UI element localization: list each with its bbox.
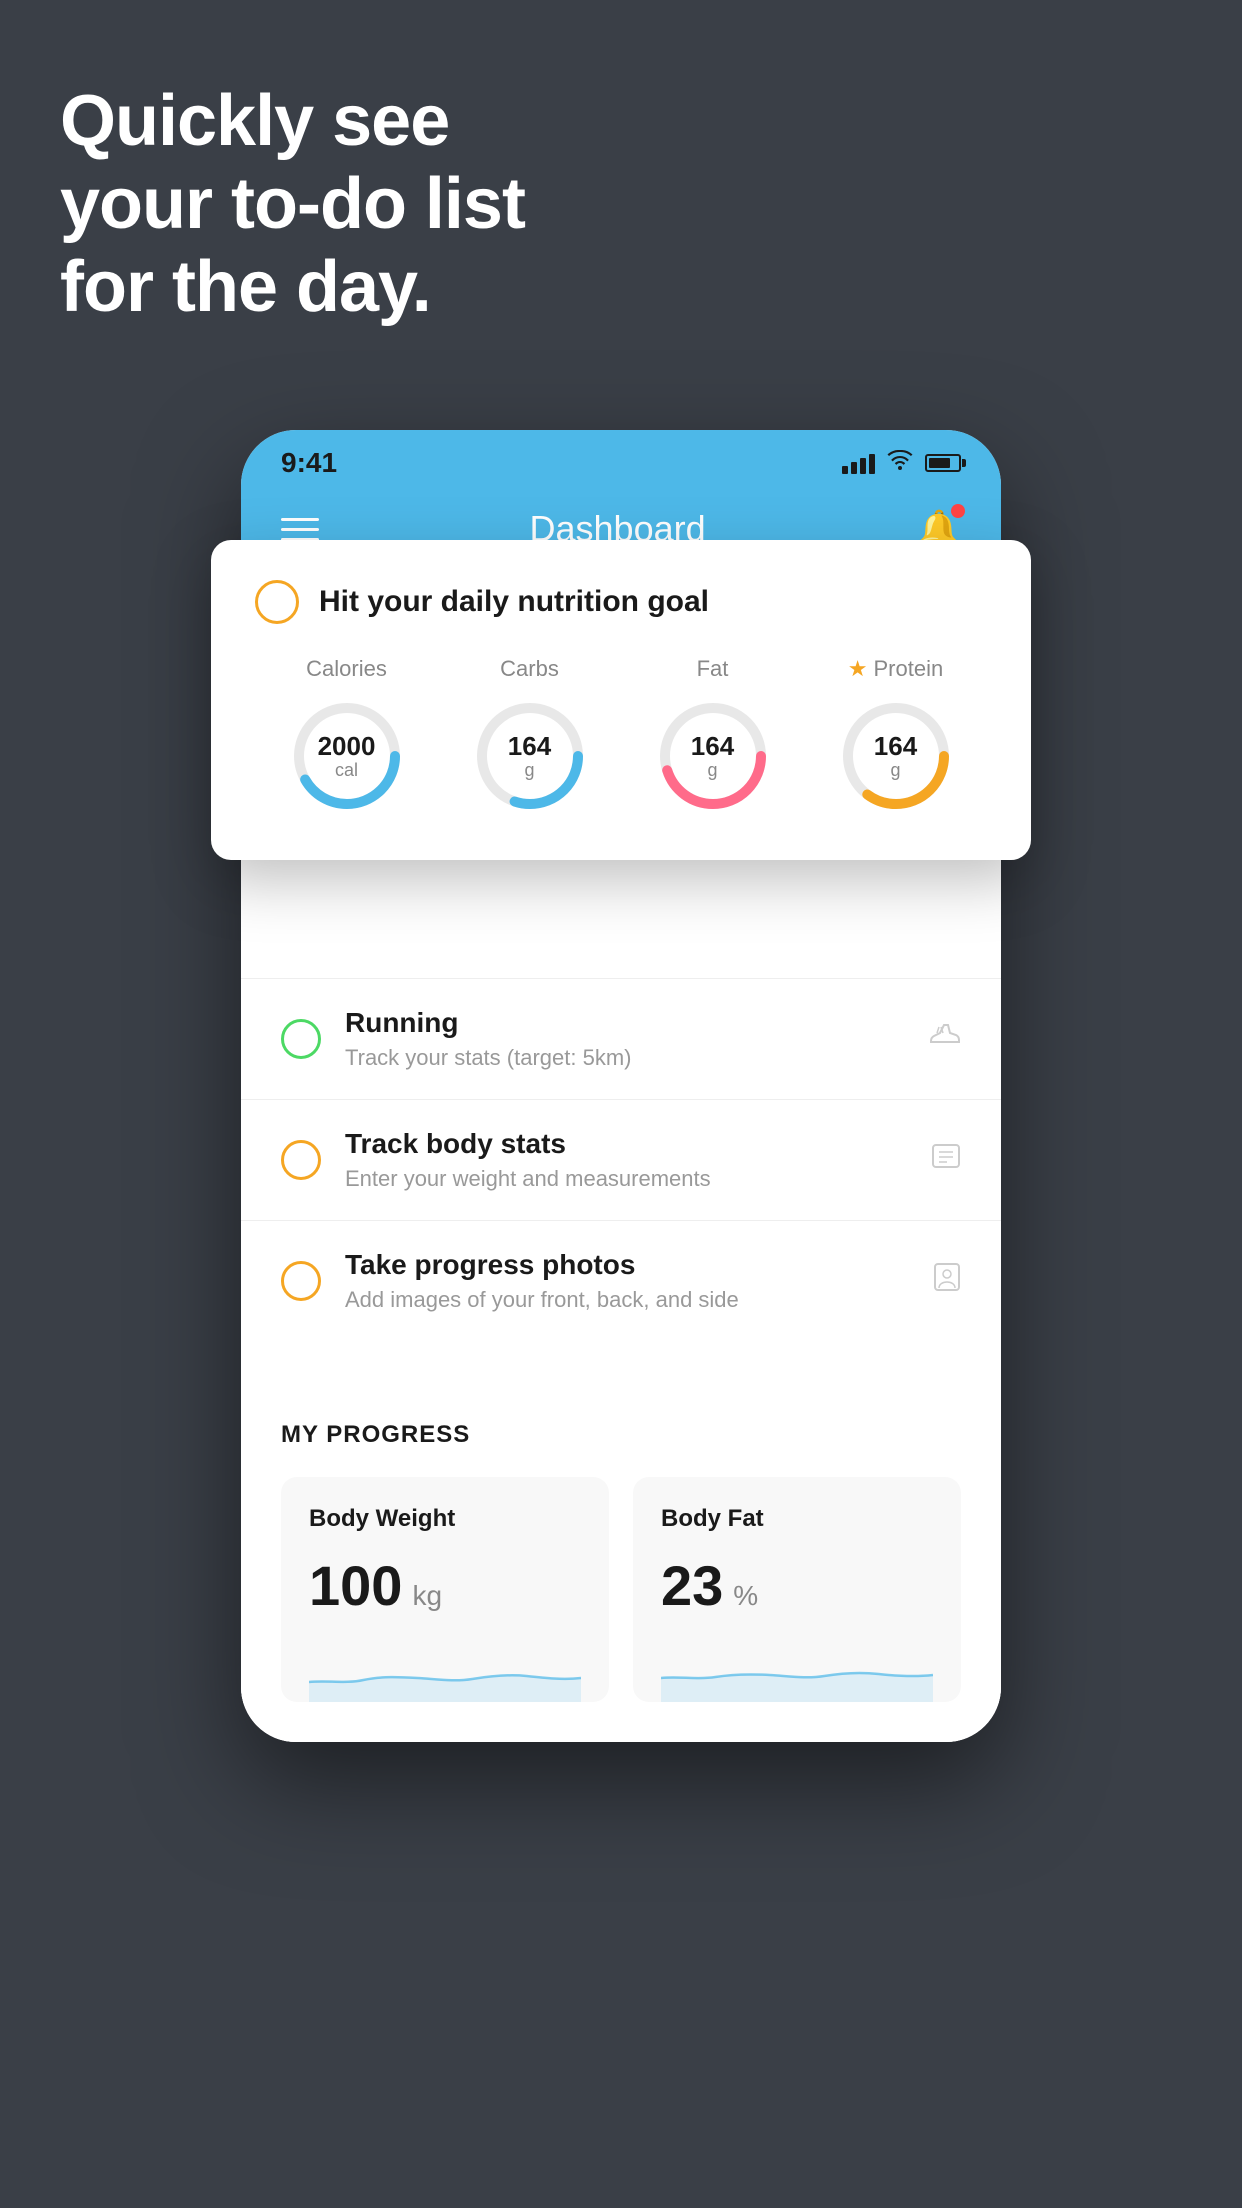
protein-value: 164 g	[874, 732, 917, 780]
body-weight-value: 100	[309, 1553, 402, 1618]
todo-title-running: Running	[345, 1007, 905, 1039]
calories-label: Calories	[306, 656, 387, 682]
star-icon: ★	[848, 656, 868, 682]
carbs-donut: 164 g	[470, 696, 590, 816]
status-time: 9:41	[281, 447, 337, 479]
progress-section-title: MY PROGRESS	[281, 1421, 961, 1449]
spacer2	[241, 1341, 1001, 1381]
body-weight-card[interactable]: Body Weight 100 kg	[281, 1477, 609, 1702]
todo-checkbox-body-stats[interactable]	[281, 1140, 321, 1180]
todo-subtitle-progress-photos: Add images of your front, back, and side	[345, 1287, 909, 1313]
body-fat-value: 23	[661, 1553, 723, 1618]
todo-checkbox-running[interactable]	[281, 1019, 321, 1059]
carbs-value: 164 g	[508, 732, 551, 780]
todo-subtitle-body-stats: Enter your weight and measurements	[345, 1166, 907, 1192]
todo-text-body-stats: Track body stats Enter your weight and m…	[345, 1128, 907, 1192]
calories-donut: 2000 cal	[287, 696, 407, 816]
todo-title-body-stats: Track body stats	[345, 1128, 907, 1160]
notification-dot	[951, 504, 965, 518]
shoe-icon	[929, 1021, 961, 1057]
nutrition-card-title: Hit your daily nutrition goal	[319, 585, 709, 619]
todo-list: Running Track your stats (target: 5km)	[241, 978, 1001, 1341]
status-icons	[842, 450, 961, 476]
fat-value: 164 g	[691, 732, 734, 780]
progress-section: MY PROGRESS Body Weight 100 kg	[241, 1381, 1001, 1702]
nutrition-item-calories: Calories 2000 cal	[287, 656, 407, 816]
scale-icon	[931, 1141, 961, 1179]
calories-value: 2000 cal	[318, 732, 376, 780]
progress-cards: Body Weight 100 kg	[281, 1477, 961, 1702]
nutrition-circles: Calories 2000 cal Carbs	[255, 656, 987, 816]
bottom-spacer	[241, 1702, 1001, 1742]
nutrition-item-fat: Fat 164 g	[653, 656, 773, 816]
hamburger-menu[interactable]	[281, 518, 319, 541]
fat-label: Fat	[697, 656, 729, 682]
todo-item-body-stats[interactable]: Track body stats Enter your weight and m…	[241, 1099, 1001, 1220]
body-weight-value-row: 100 kg	[309, 1553, 581, 1618]
nutrition-checkbox[interactable]	[255, 580, 299, 624]
nutrition-item-protein: ★ Protein 164 g	[836, 656, 956, 816]
body-weight-unit: kg	[412, 1580, 442, 1612]
todo-item-progress-photos[interactable]: Take progress photos Add images of your …	[241, 1220, 1001, 1341]
nutrition-card-header: Hit your daily nutrition goal	[255, 580, 987, 624]
body-weight-title: Body Weight	[309, 1505, 581, 1533]
fat-donut: 164 g	[653, 696, 773, 816]
todo-text-running: Running Track your stats (target: 5km)	[345, 1007, 905, 1071]
protein-donut: 164 g	[836, 696, 956, 816]
body-fat-title: Body Fat	[661, 1505, 933, 1533]
todo-item-running[interactable]: Running Track your stats (target: 5km)	[241, 978, 1001, 1099]
person-icon	[933, 1262, 961, 1300]
body-fat-unit: %	[733, 1580, 758, 1612]
todo-title-progress-photos: Take progress photos	[345, 1249, 909, 1281]
protein-label: ★ Protein	[848, 656, 943, 682]
body-weight-chart	[309, 1642, 581, 1702]
todo-checkbox-progress-photos[interactable]	[281, 1261, 321, 1301]
todo-text-progress-photos: Take progress photos Add images of your …	[345, 1249, 909, 1313]
body-fat-card[interactable]: Body Fat 23 %	[633, 1477, 961, 1702]
nutrition-card: Hit your daily nutrition goal Calories 2…	[211, 540, 1031, 860]
hero-text: Quickly see your to-do list for the day.	[60, 80, 525, 328]
wifi-icon	[887, 450, 913, 476]
body-fat-value-row: 23 %	[661, 1553, 933, 1618]
todo-subtitle-running: Track your stats (target: 5km)	[345, 1045, 905, 1071]
signal-icon	[842, 452, 875, 474]
body-fat-chart	[661, 1642, 933, 1702]
battery-icon	[925, 454, 961, 472]
status-bar: 9:41	[241, 430, 1001, 488]
carbs-label: Carbs	[500, 656, 559, 682]
nutrition-item-carbs: Carbs 164 g	[470, 656, 590, 816]
